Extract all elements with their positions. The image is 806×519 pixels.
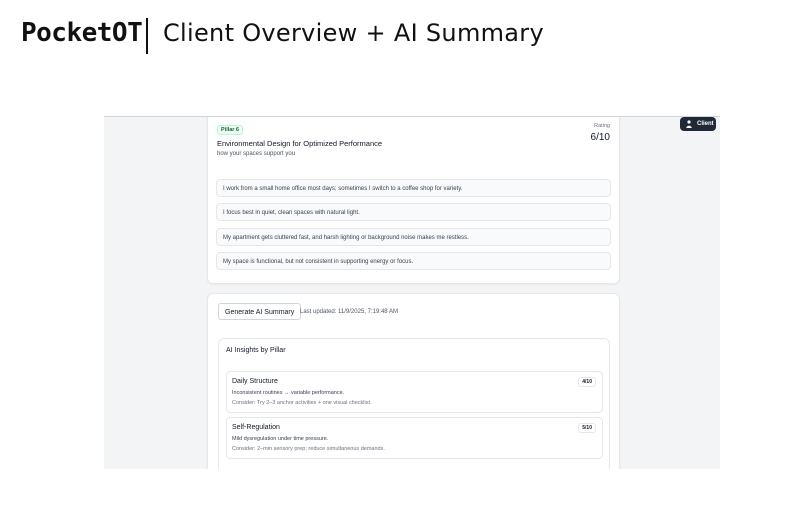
rating-label: Rating: [594, 123, 610, 129]
brand-logo: PocketOT: [21, 18, 143, 48]
pillar-card: Pillar 6 Rating 6/10 Environmental Desig…: [207, 117, 620, 284]
insight-text: Mild dysregulation under time pressure.: [232, 436, 329, 442]
ai-insights-panel: AI Insights by Pillar Daily Structure 4/…: [218, 338, 610, 469]
client-button[interactable]: Client: [680, 117, 716, 131]
generate-ai-summary-button[interactable]: Generate AI Summary: [218, 303, 302, 320]
insight-name: Daily Structure: [232, 378, 278, 385]
answer-item: My apartment gets cluttered fast, and ha…: [216, 228, 611, 246]
app-header: PocketOT Client Overview + AI Summary: [0, 0, 806, 70]
answer-item: I focus best in quiet, clean spaces with…: [216, 203, 611, 221]
person-icon: [686, 120, 692, 128]
page-title: Client Overview + AI Summary: [163, 19, 544, 47]
rating-value: 6/10: [590, 132, 610, 143]
client-button-label: Client: [697, 121, 714, 127]
insight-card: Daily Structure 4/10 Inconsistent routin…: [226, 371, 603, 413]
pillar-subtitle: how your spaces support you: [217, 151, 296, 157]
answer-item: My space is functional, but not consiste…: [216, 252, 611, 270]
insight-consider: Consider: Try 2–3 anchor activities + on…: [232, 400, 372, 406]
insight-score-badge: 5/10: [578, 423, 596, 433]
insight-text: Inconsistent routines → variable perform…: [232, 390, 345, 396]
pillar-title: Environmental Design for Optimized Perfo…: [217, 139, 383, 148]
answer-item: I work from a small home office most day…: [216, 179, 611, 197]
insights-title: AI Insights by Pillar: [226, 347, 286, 354]
last-updated-text: Last updated: 11/9/2025, 7:19:48 AM: [300, 309, 398, 315]
insight-score-badge: 4/10: [578, 377, 596, 387]
app-frame: Client Pillar 6 Rating 6/10 Environmenta…: [104, 116, 720, 469]
insight-name: Self-Regulation: [232, 424, 280, 431]
insight-card: Self-Regulation 5/10 Mild dysregulation …: [226, 417, 603, 459]
pillar-tag: Pillar 6: [217, 125, 244, 135]
header-divider: [146, 18, 148, 54]
summary-card: Generate AI Summary Last updated: 11/9/2…: [207, 293, 620, 469]
insight-consider: Consider: 2–min sensory prep; reduce sim…: [232, 446, 385, 452]
